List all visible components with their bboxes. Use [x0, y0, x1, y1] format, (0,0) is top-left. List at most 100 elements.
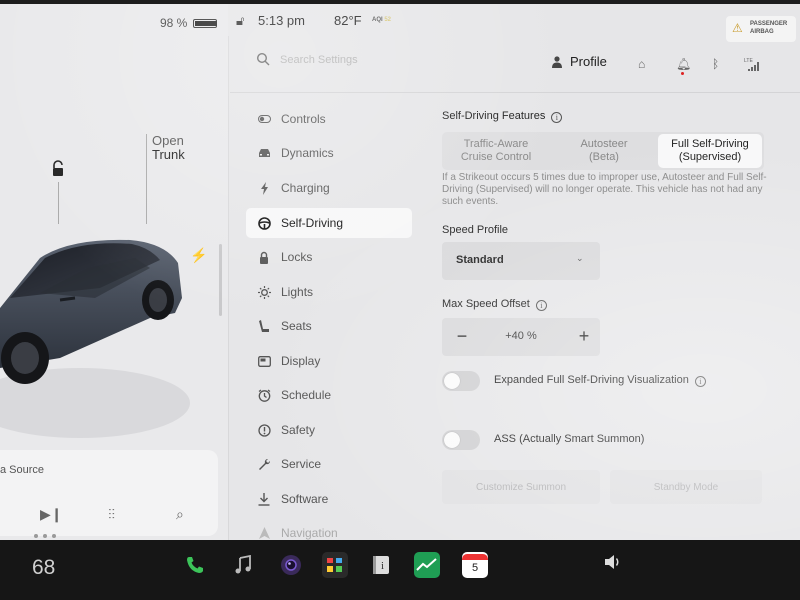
option-traffic-aware-cruise-control[interactable]: Traffic-Aware Cruise Control — [442, 132, 550, 170]
option-autosteer[interactable]: Autosteer (Beta) — [550, 132, 658, 170]
airbag-icon: ⚠ — [732, 21, 743, 35]
speed-profile-title: Speed Profile — [442, 224, 509, 236]
bezel — [0, 0, 800, 4]
sidebar-item-dynamics[interactable]: Dynamics — [246, 138, 412, 168]
sidebar-item-locks[interactable]: Locks — [246, 242, 412, 272]
calendar-icon[interactable]: 5 — [462, 552, 488, 578]
person-icon — [552, 55, 562, 68]
sidebar-item-service[interactable]: Service — [246, 449, 412, 479]
speed-profile-dropdown[interactable]: Standard ⌄ — [442, 242, 600, 280]
toggle-knob — [444, 432, 460, 448]
sidebar-item-label: Seats — [281, 319, 312, 333]
info-icon[interactable]: i — [551, 112, 563, 123]
max-speed-offset-value: +40 % — [505, 330, 537, 342]
features-title-text: Self-Driving Features — [442, 110, 546, 122]
profile-button[interactable]: Profile — [552, 54, 607, 69]
self-driving-features-title: Self-Driving Features i — [442, 110, 563, 123]
aqi-value: 52 — [384, 17, 392, 23]
search-settings-input[interactable] — [280, 50, 480, 70]
option-full-self-driving[interactable]: Full Self-Driving (Supervised) — [658, 134, 762, 168]
sidebar-item-self-driving[interactable]: Self-Driving — [246, 208, 412, 238]
frunk-unlock-icon[interactable] — [50, 160, 66, 178]
media-source-label[interactable]: a Source — [0, 464, 44, 476]
next-track-icon[interactable]: ▶❙ — [40, 506, 63, 523]
airbag-line2: AIRBAG — [750, 29, 774, 35]
search-icon — [256, 52, 270, 66]
search-icon[interactable]: ⌕ — [176, 506, 184, 523]
car-icon — [257, 146, 271, 160]
sidebar-item-label: Dynamics — [281, 146, 334, 160]
panel-divider — [228, 36, 229, 540]
car-panel: 98 % Open Trunk ⚡ a Source ▶❙ ⫶⫶ ⌕ — [0, 4, 228, 540]
info-icon[interactable]: i — [535, 300, 547, 311]
sidebar-item-label: Locks — [281, 250, 313, 264]
steering-wheel-icon — [257, 216, 271, 230]
aqi-label: AQI — [372, 17, 383, 23]
home-link-icon[interactable]: ⌂ — [638, 57, 645, 71]
max-speed-offset-text: Max Speed Offset — [442, 298, 530, 310]
sidebar-item-software[interactable]: Software — [246, 484, 412, 514]
sidebar-item-label: Safety — [281, 423, 316, 437]
decrease-button[interactable]: − — [450, 324, 474, 350]
ass-toggle[interactable] — [442, 430, 480, 450]
sidebar-item-label: Self-Driving — [281, 216, 344, 230]
notification-dot — [681, 72, 684, 75]
page-indicator — [34, 534, 56, 538]
sidebar-item-safety[interactable]: Safety — [246, 415, 412, 445]
battery-icon — [193, 18, 218, 28]
sidebar-item-label: Charging — [281, 181, 330, 195]
option-line1: Full Self-Driving — [671, 138, 749, 150]
manual-icon[interactable]: i — [368, 552, 394, 578]
camera-icon[interactable] — [278, 552, 304, 578]
sidebar-item-controls[interactable]: Controls — [246, 104, 412, 134]
increase-button[interactable]: + — [572, 324, 596, 350]
trunk-line — [146, 134, 147, 224]
outside-temperature: 82°F — [334, 13, 362, 28]
sidebar-item-label: Display — [281, 354, 321, 368]
sidebar-item-label: Software — [281, 492, 329, 506]
standby-mode-button[interactable]: Standby Mode — [610, 470, 762, 504]
phone-icon[interactable] — [182, 552, 208, 578]
option-line2: (Supervised) — [678, 151, 742, 163]
charge-port-icon[interactable]: ⚡ — [190, 247, 207, 264]
info-icon[interactable]: i — [694, 376, 706, 387]
expanded-visualization-toggle[interactable] — [442, 371, 480, 391]
sun-icon — [257, 285, 271, 299]
speed-profile-value: Standard — [456, 254, 504, 266]
sidebar-item-label: Lights — [281, 285, 314, 299]
equalizer-icon[interactable]: ⫶⫶ — [108, 506, 115, 523]
cabin-temperature[interactable]: 68 — [32, 556, 55, 580]
sidebar-item-schedule[interactable]: Schedule — [246, 380, 412, 410]
battery-percent: 98 % — [160, 16, 188, 30]
sidebar-item-display[interactable]: Display — [246, 346, 412, 376]
arcade-icon[interactable] — [322, 552, 348, 578]
toggle-knob — [444, 373, 460, 389]
bluetooth-icon[interactable]: ᛒ — [712, 57, 719, 71]
sidebar-item-label: Schedule — [281, 388, 332, 402]
chevron-down-icon: ⌄ — [576, 253, 584, 263]
panel-scrollbar[interactable] — [219, 244, 222, 316]
customize-summon-button[interactable]: Customize Summon — [442, 470, 600, 504]
stocks-icon[interactable] — [414, 552, 440, 578]
expanded-visualization-text: Expanded Full Self-Driving Visualization — [494, 374, 689, 386]
open-label: Open — [152, 133, 184, 148]
sidebar-item-navigation[interactable]: Navigation — [246, 518, 412, 540]
ass-label: ASS (Actually Smart Summon) — [494, 433, 645, 445]
sidebar-item-charging[interactable]: Charging — [246, 173, 412, 203]
music-icon[interactable] — [230, 552, 256, 578]
download-icon — [257, 492, 271, 506]
cellular-signal-icon — [748, 62, 759, 71]
display-icon — [257, 354, 271, 368]
sidebar-item-seats[interactable]: Seats — [246, 311, 412, 341]
expanded-visualization-label: Expanded Full Self-Driving Visualization… — [494, 374, 706, 387]
airbag-line1: PASSENGER — [750, 21, 788, 27]
bell-icon[interactable]: 🔔︎ — [676, 57, 691, 71]
clock: 5:13 pm — [258, 13, 305, 28]
sidebar-item-label: Navigation — [281, 526, 338, 540]
seat-icon — [257, 319, 271, 333]
open-trunk-button[interactable]: Open Trunk — [152, 134, 185, 162]
lock-icon[interactable]: 🔓︎ — [236, 13, 244, 29]
trunk-label: Trunk — [152, 147, 185, 162]
sidebar-item-lights[interactable]: Lights — [246, 277, 412, 307]
volume-icon[interactable] — [604, 554, 622, 573]
